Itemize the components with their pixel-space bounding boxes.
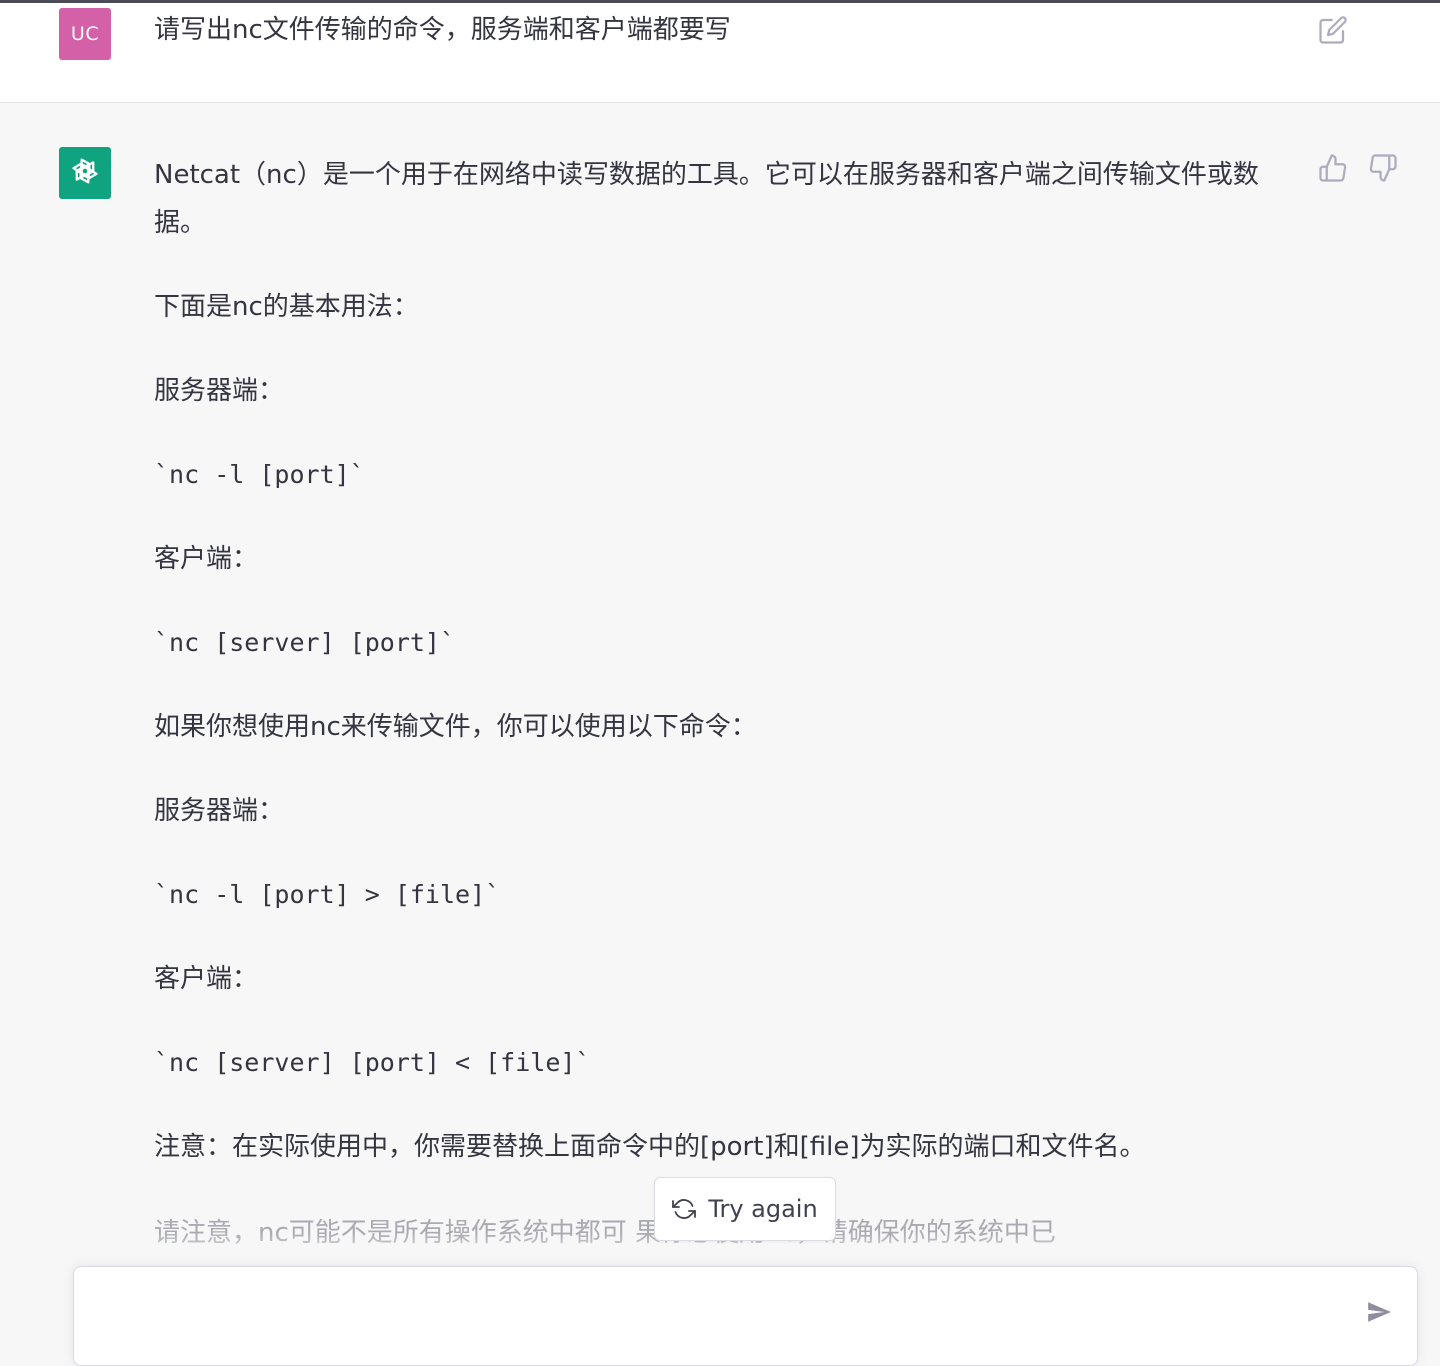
response-paragraph: 客户端：: [154, 964, 259, 994]
refresh-icon: [672, 1197, 697, 1221]
thumbs-up-icon[interactable]: [1318, 153, 1348, 183]
inline-code-command: `nc [server] [port] < [file]`: [154, 1048, 591, 1077]
user-message-row: UC 请写出nc文件传输的命令，服务端和客户端都要写: [0, 3, 1440, 103]
assistant-avatar: [59, 147, 111, 199]
message-input[interactable]: [94, 1289, 1348, 1333]
try-again-button[interactable]: Try again: [654, 1177, 836, 1241]
inline-code-command: `nc [server] [port]`: [154, 628, 456, 657]
inline-code-command: `nc -l [port]`: [154, 460, 365, 489]
user-message-text: 请写出nc文件传输的命令，服务端和客户端都要写: [154, 15, 731, 45]
assistant-message-row: Netcat（nc）是一个用于在网络中读写数据的工具。它可以在服务器和客户端之间…: [0, 103, 1440, 1351]
response-paragraph: Netcat（nc）是一个用于在网络中读写数据的工具。它可以在服务器和客户端之间…: [154, 160, 1259, 238]
response-paragraph: 注意：在实际使用中，你需要替换上面命令中的[port]和[file]为实际的端口…: [154, 1132, 1146, 1162]
response-paragraph: 客户端：: [154, 544, 259, 574]
edit-icon[interactable]: [1318, 15, 1348, 45]
inline-code-command: `nc -l [port] > [file]`: [154, 880, 501, 909]
openai-logo-icon: [66, 152, 104, 194]
response-paragraph: 服务器端：: [154, 796, 285, 826]
send-icon[interactable]: [1364, 1297, 1394, 1327]
response-paragraph: 服务器端：: [154, 376, 285, 406]
response-paragraph: 下面是nc的基本用法：: [154, 292, 419, 322]
message-composer: [73, 1266, 1418, 1366]
user-avatar-initials: UC: [70, 23, 100, 45]
assistant-message-content: Netcat（nc）是一个用于在网络中读写数据的工具。它可以在服务器和客户端之间…: [154, 151, 1284, 1207]
thumbs-down-icon[interactable]: [1368, 153, 1398, 183]
user-avatar: UC: [59, 8, 111, 60]
response-paragraph: 如果你想使用nc来传输文件，你可以使用以下命令：: [154, 712, 757, 742]
try-again-label: Try again: [708, 1195, 818, 1223]
